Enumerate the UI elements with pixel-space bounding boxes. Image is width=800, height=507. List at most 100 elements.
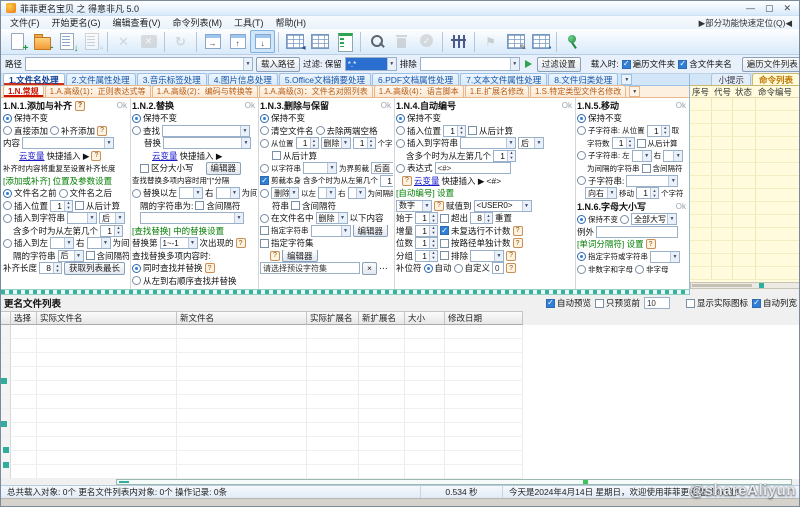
panel-right-button[interactable]: →: [200, 30, 225, 53]
edit-grid-button[interactable]: ✎: [503, 30, 528, 53]
dropdown-arrow-icon[interactable]: ▼: [234, 213, 243, 223]
dropdown-arrow-icon[interactable]: ▼: [673, 151, 682, 161]
help-icon[interactable]: ?: [513, 226, 523, 236]
radio-option[interactable]: 保持不变: [577, 214, 618, 225]
combo-box[interactable]: ▼: [650, 251, 680, 263]
combo-box[interactable]: ▼: [663, 150, 683, 162]
dropdown-arrow-icon[interactable]: ▼: [326, 188, 335, 198]
dropdown-arrow-icon[interactable]: ▼: [193, 188, 202, 198]
dropdown-arrow-icon[interactable]: ▼: [230, 188, 239, 198]
combo-box[interactable]: ▼: [67, 212, 97, 224]
radio-option[interactable]: 指定字符或字符串: [577, 251, 648, 262]
quick-locate-label[interactable]: ▶部分功能快速定位(Q)◀: [699, 17, 796, 29]
combo-box[interactable]: ▼: [311, 225, 351, 237]
tab-4[interactable]: 4.图片信息处理: [208, 73, 278, 85]
command-row[interactable]: [690, 202, 800, 215]
command-column-header[interactable]: 状态: [733, 86, 756, 98]
combo-box[interactable]: ▼: [140, 212, 244, 224]
help-icon[interactable]: ?: [75, 101, 85, 111]
file-column-header[interactable]: 新文件名: [177, 311, 307, 325]
command-row[interactable]: [690, 150, 800, 163]
panel-ok-button[interactable]: Ok: [381, 101, 393, 110]
radio-option[interactable]: 替换以左: [132, 187, 177, 199]
adjust-options-button[interactable]: [446, 30, 471, 53]
panel-ok-button[interactable]: Ok: [117, 101, 129, 110]
number-spinner[interactable]: 1▲▼: [612, 137, 635, 149]
scrollbar-thumb[interactable]: [692, 284, 752, 287]
radio-option[interactable]: 在文件名中: [260, 212, 314, 224]
dropdown-arrow-icon[interactable]: ▼: [667, 214, 676, 224]
combo-box[interactable]: 后▼: [518, 137, 544, 149]
button[interactable]: 编辑器: [282, 250, 318, 263]
file-column-header[interactable]: 新扩展名: [359, 311, 405, 325]
cloud-variable-link[interactable]: 云变量: [152, 150, 178, 162]
checkbox[interactable]: 指定字符串: [260, 225, 309, 236]
remove-item-button[interactable]: ✕: [111, 30, 136, 53]
dropdown-arrow-icon[interactable]: ▼: [642, 151, 651, 161]
dropdown-arrow-icon[interactable]: ▼: [188, 238, 197, 248]
auto-column-width-checkbox[interactable]: ✓自动列宽: [752, 297, 797, 309]
load-path-button[interactable]: 载入路径: [256, 57, 300, 72]
help-icon[interactable]: ?: [236, 238, 246, 248]
dropdown-arrow-icon[interactable]: ▼: [104, 138, 113, 148]
content-combo[interactable]: ▼: [22, 137, 114, 149]
menu-item[interactable]: 命令列表(M): [167, 16, 229, 29]
radio-option[interactable]: 表达式: [396, 162, 433, 174]
combo-box[interactable]: ▼: [179, 187, 203, 199]
radio-option[interactable]: 插入到字符串: [396, 137, 458, 149]
file-column-header[interactable]: 大小: [405, 311, 445, 325]
checkbox[interactable]: 区分大小写: [140, 162, 194, 174]
file-row[interactable]: [1, 325, 800, 339]
dropdown-arrow-icon[interactable]: ▼: [668, 176, 677, 186]
radio-option[interactable]: 保持不变: [396, 112, 441, 124]
command-row[interactable]: [690, 189, 800, 202]
combo-box[interactable]: <USER0>▼: [474, 200, 532, 212]
file-row[interactable]: [1, 451, 800, 465]
button[interactable]: 编辑器: [353, 225, 389, 238]
checkbox[interactable]: 按路径单独计数: [440, 237, 511, 249]
radio-option[interactable]: 子字符串: 左: [577, 150, 630, 161]
combo-box[interactable]: ▼: [632, 150, 652, 162]
number-spinner[interactable]: 1▲▼: [353, 137, 376, 149]
file-column-header[interactable]: 实际扩展名: [307, 311, 359, 325]
add-folder-button[interactable]: +: [29, 30, 54, 53]
radio-option[interactable]: 子字符串:: [577, 175, 624, 187]
radio-option[interactable]: [620, 215, 629, 224]
text-input[interactable]: 请选择预设字符集: [260, 262, 360, 274]
number-spinner[interactable]: 1▲▼: [296, 137, 319, 149]
spin-down-icon[interactable]: ▼: [651, 193, 658, 198]
menu-item[interactable]: 开始更名(G): [46, 16, 107, 29]
combo-box[interactable]: ▼: [318, 187, 336, 199]
minimize-button[interactable]: —: [746, 3, 755, 14]
exclude-filter-combo[interactable]: ▼: [420, 57, 520, 71]
checkbox[interactable]: 含间隔符: [642, 163, 683, 174]
combo-box[interactable]: ▼: [626, 175, 678, 187]
combo-box[interactable]: ▼: [348, 187, 366, 199]
command-row[interactable]: [690, 215, 800, 228]
subtab-2[interactable]: 1.A.高级(1)：正则表达式等: [45, 85, 151, 97]
search-button[interactable]: [364, 30, 389, 53]
radio-option[interactable]: 插入位置: [3, 200, 48, 212]
dropdown-arrow-icon[interactable]: ▼: [327, 163, 336, 173]
combo-box[interactable]: ▼: [303, 162, 337, 174]
radio-option[interactable]: 非字母: [635, 264, 669, 275]
dropdown-arrow-icon[interactable]: ▼: [356, 188, 365, 198]
path-combo[interactable]: ▼: [25, 57, 253, 71]
walk-folders-checkbox[interactable]: ✓遍历文件夹: [622, 58, 676, 70]
more-subtabs-button[interactable]: ▼: [629, 86, 640, 97]
combo-box[interactable]: 后▼: [58, 250, 84, 262]
dropdown-arrow-icon[interactable]: ▼: [387, 58, 396, 70]
panel-ok-button[interactable]: Ok: [245, 101, 257, 110]
subtab-5[interactable]: 1.A.高级(4)：语言脚本: [374, 85, 464, 97]
radio-option[interactable]: 去除两端空格: [316, 125, 378, 137]
dropdown-arrow-icon[interactable]: ▼: [241, 138, 250, 148]
help-icon[interactable]: ?: [506, 251, 516, 261]
combo-box[interactable]: 全部大写▼: [631, 213, 677, 225]
spin-down-icon[interactable]: ▼: [508, 156, 515, 161]
tab-3[interactable]: 3.音乐标签处理: [137, 73, 207, 85]
file-row[interactable]: [1, 409, 800, 423]
panel-ok-button[interactable]: Ok: [676, 202, 688, 211]
command-row[interactable]: [690, 137, 800, 150]
spin-down-icon[interactable]: ▼: [458, 131, 465, 136]
menu-item[interactable]: 帮助(H): [270, 16, 313, 29]
